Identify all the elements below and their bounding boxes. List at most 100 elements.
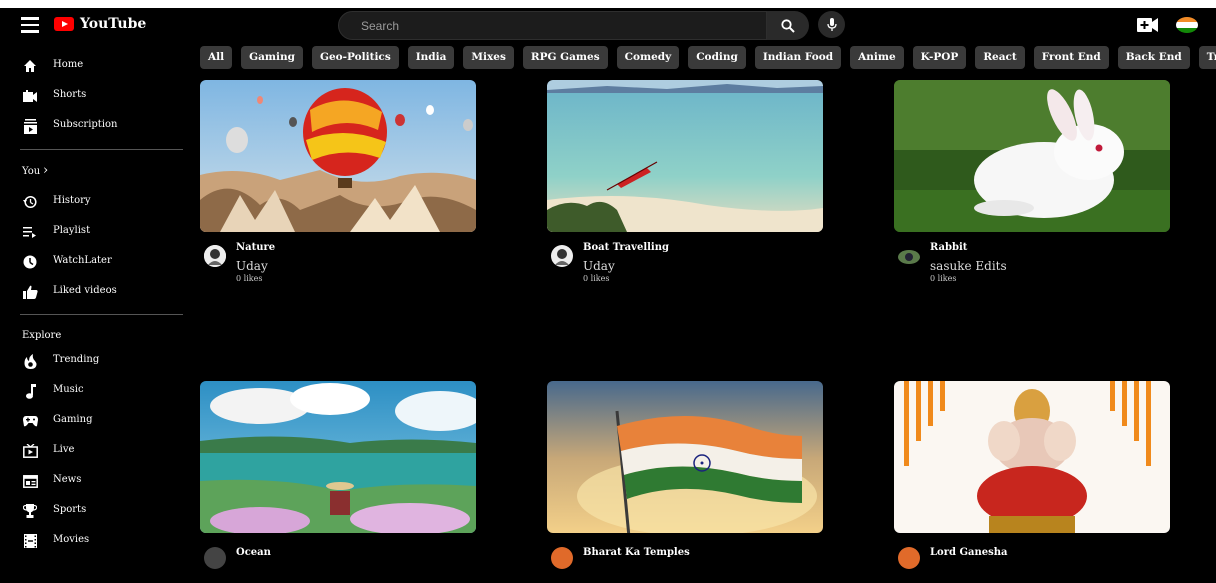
sidebar-item-watch-later[interactable]: WatchLater <box>0 250 190 274</box>
category-chip[interactable]: Mixes <box>463 46 514 69</box>
movies-icon <box>22 533 38 549</box>
category-chip[interactable]: React <box>975 46 1025 69</box>
category-chip[interactable]: Front End <box>1033 46 1109 69</box>
sidebar-item-label: Music <box>53 384 84 395</box>
india-flag-avatar[interactable] <box>1176 17 1198 33</box>
category-chip[interactable]: K-POP <box>912 46 967 69</box>
search-box <box>338 11 767 40</box>
sidebar-item-liked-videos[interactable]: Liked videos <box>0 280 190 304</box>
sidebar-item-music[interactable]: Music <box>0 379 190 403</box>
category-chip[interactable]: Indian Food <box>754 46 842 69</box>
video-card[interactable]: Lord Ganesha <box>894 381 1170 583</box>
live-icon <box>22 443 38 459</box>
video-card[interactable]: Bharat Ka Temples <box>547 381 823 583</box>
like-icon <box>22 284 38 300</box>
video-card[interactable]: Ocean <box>200 381 476 583</box>
sidebar-section-you: You <box>22 166 41 177</box>
channel-avatar[interactable] <box>551 547 573 569</box>
sidebar-item-label: Gaming <box>53 414 93 425</box>
category-chip[interactable]: Coding <box>688 46 746 69</box>
news-icon <box>22 473 38 489</box>
category-chip[interactable]: Back End <box>1117 46 1190 69</box>
category-chip[interactable]: India <box>407 46 455 69</box>
channel-avatar[interactable] <box>898 245 920 267</box>
voice-search-button[interactable] <box>818 11 845 38</box>
video-thumbnail-lord-ganesha[interactable] <box>894 381 1170 533</box>
sidebar-item-history[interactable]: History <box>0 190 190 214</box>
music-icon <box>22 383 38 399</box>
likes-count: 0 likes <box>930 274 957 283</box>
search-button[interactable] <box>767 11 809 40</box>
sidebar-item-label: Subscription <box>53 119 118 130</box>
create-video-button[interactable] <box>1137 17 1159 37</box>
sidebar-item-gaming[interactable]: Gaming <box>0 409 190 433</box>
video-thumbnail-boat[interactable] <box>547 80 823 232</box>
sports-icon <box>22 503 38 519</box>
sidebar-item-label: Live <box>53 444 75 455</box>
search-input[interactable] <box>361 19 741 33</box>
video-title[interactable]: Lord Ganesha <box>930 547 1007 558</box>
microphone-icon <box>826 17 837 31</box>
likes-count: 0 likes <box>583 274 610 283</box>
channel-name[interactable]: Uday <box>236 259 268 273</box>
top-browser-strip <box>0 0 1216 8</box>
youtube-play-icon <box>54 17 74 31</box>
channel-avatar[interactable] <box>551 245 573 267</box>
channel-name[interactable]: sasuke Edits <box>930 259 1007 273</box>
sidebar-item-you[interactable]: You › <box>0 160 190 184</box>
sidebar-item-live[interactable]: Live <box>0 439 190 463</box>
home-icon <box>22 58 38 74</box>
category-chip[interactable]: Gaming <box>241 46 303 69</box>
sidebar-item-trending[interactable]: Trending <box>0 349 190 373</box>
video-card[interactable]: Boat Travelling Uday 0 likes <box>547 80 823 283</box>
sidebar-item-label: WatchLater <box>53 255 112 266</box>
channel-avatar[interactable] <box>204 245 226 267</box>
sidebar-item-subscription[interactable]: Subscription <box>0 114 190 138</box>
channel-avatar[interactable] <box>898 547 920 569</box>
sidebar-item-news[interactable]: News <box>0 469 190 493</box>
category-chip[interactable]: RPG Games <box>522 46 608 69</box>
sidebar-item-label: Sports <box>53 504 87 515</box>
sidebar-item-label: History <box>53 195 91 206</box>
video-card[interactable]: Nature Uday 0 likes <box>200 80 476 283</box>
brand-name: YouTube <box>80 16 147 32</box>
video-title[interactable]: Ocean <box>236 547 271 558</box>
history-icon <box>22 194 38 210</box>
sidebar-item-label: Shorts <box>53 89 87 100</box>
search-icon <box>781 18 795 33</box>
video-title[interactable]: Rabbit <box>930 242 967 253</box>
sidebar-item-playlist[interactable]: Playlist <box>0 220 190 244</box>
category-chip[interactable]: Trailers <box>1198 46 1216 69</box>
sidebar-item-label: Movies <box>53 534 90 545</box>
shorts-icon <box>22 88 38 104</box>
sidebar-divider <box>20 149 183 150</box>
video-thumbnail-rabbit[interactable] <box>894 80 1170 232</box>
sidebar-item-shorts[interactable]: Shorts <box>0 84 190 108</box>
menu-icon[interactable] <box>21 17 39 33</box>
video-thumbnail-india-flag[interactable] <box>547 381 823 533</box>
video-title[interactable]: Bharat Ka Temples <box>583 547 690 558</box>
youtube-logo[interactable]: YouTube <box>54 16 146 32</box>
video-title[interactable]: Nature <box>236 242 275 253</box>
sidebar: Home Shorts Subscription You › History P… <box>0 50 190 558</box>
channel-avatar[interactable] <box>204 547 226 569</box>
sidebar-item-label: Home <box>53 59 84 70</box>
chevron-right-icon: › <box>43 163 49 178</box>
channel-name[interactable]: Uday <box>583 259 615 273</box>
sidebar-item-home[interactable]: Home <box>0 54 190 78</box>
sidebar-section-explore: Explore <box>22 330 62 341</box>
video-card[interactable]: Rabbit sasuke Edits 0 likes <box>894 80 1170 283</box>
category-chip[interactable]: Geo-Politics <box>311 46 399 69</box>
video-title[interactable]: Boat Travelling <box>583 242 669 253</box>
sidebar-item-label: Trending <box>53 354 100 365</box>
watch-later-icon <box>22 254 38 270</box>
video-thumbnail-hot-air-balloons[interactable] <box>200 80 476 232</box>
sidebar-item-sports[interactable]: Sports <box>0 499 190 523</box>
category-chip[interactable]: Anime <box>850 46 904 69</box>
category-chip[interactable]: All <box>200 46 233 69</box>
header: YouTube <box>0 8 1216 42</box>
category-chip[interactable]: Comedy <box>616 46 680 69</box>
video-thumbnail-ocean[interactable] <box>200 381 476 533</box>
sidebar-item-movies[interactable]: Movies <box>0 529 190 553</box>
gaming-icon <box>22 413 38 429</box>
